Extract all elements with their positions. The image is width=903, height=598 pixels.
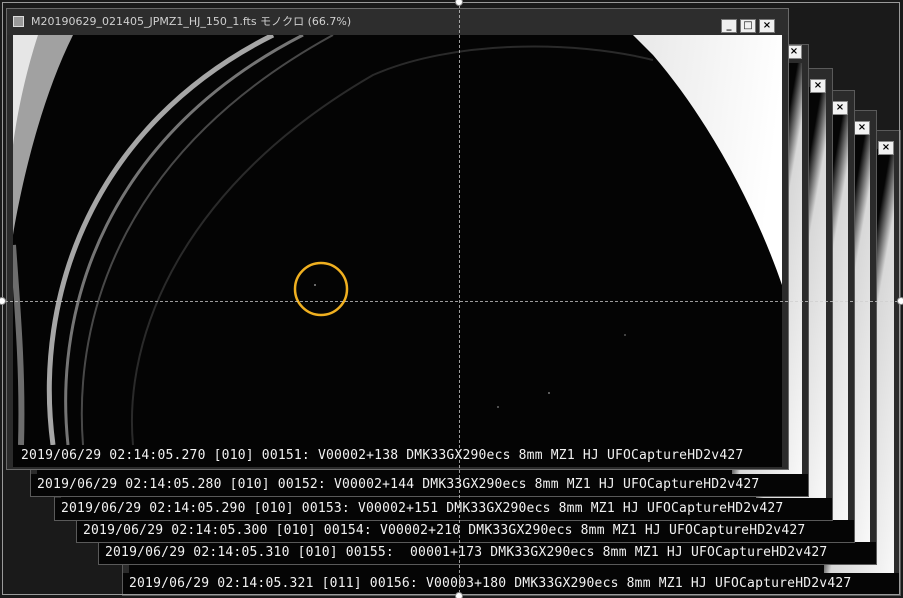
sky-camera-image[interactable] bbox=[13, 35, 782, 445]
selection-handle-top[interactable] bbox=[455, 0, 463, 6]
frame-caption: 2019/06/29 02:14:05.321 [011] 00156: V00… bbox=[123, 573, 900, 595]
frame-caption: 2019/06/29 02:14:05.310 [010] 00155: 000… bbox=[99, 542, 876, 564]
close-button[interactable]: × bbox=[759, 19, 775, 33]
selection-handle-bottom[interactable] bbox=[455, 592, 463, 598]
close-icon[interactable]: × bbox=[878, 141, 894, 155]
workspace-canvas: × 2019/06/29 02:14:05.321 [011] 00156: V… bbox=[0, 0, 903, 598]
window-title: M20190629_021405_JPMZ1_HJ_150_1.fts モノクロ… bbox=[31, 15, 352, 28]
close-icon[interactable]: × bbox=[810, 79, 826, 93]
close-icon[interactable]: × bbox=[854, 121, 870, 135]
app-icon bbox=[13, 16, 24, 27]
selection-handle-right[interactable] bbox=[897, 297, 903, 305]
vertical-guide-line[interactable] bbox=[459, 0, 460, 598]
sky-image-render bbox=[13, 35, 782, 445]
window-titlebar[interactable]: M20190629_021405_JPMZ1_HJ_150_1.fts モノクロ… bbox=[7, 9, 788, 35]
frame-caption: 2019/06/29 02:14:05.300 [010] 00154: V00… bbox=[77, 520, 854, 542]
minimize-button[interactable]: _ bbox=[721, 19, 737, 33]
main-frame-window[interactable]: M20190629_021405_JPMZ1_HJ_150_1.fts モノクロ… bbox=[6, 8, 789, 470]
frame-caption: 2019/06/29 02:14:05.280 [010] 00152: V00… bbox=[31, 474, 808, 496]
frame-caption-main: 2019/06/29 02:14:05.270 [010] 00151: V00… bbox=[13, 445, 782, 467]
frame-caption: 2019/06/29 02:14:05.290 [010] 00153: V00… bbox=[55, 498, 832, 520]
maximize-button[interactable]: □ bbox=[740, 19, 756, 33]
close-icon[interactable]: × bbox=[832, 101, 848, 115]
horizontal-guide-line[interactable] bbox=[0, 301, 903, 302]
